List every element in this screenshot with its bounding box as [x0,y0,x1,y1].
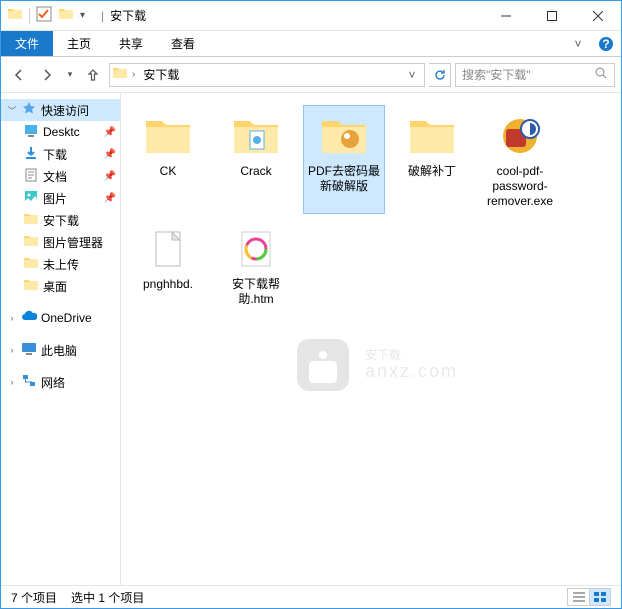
tree-label: 桌面 [43,278,67,295]
file-icon [318,110,370,162]
caret-right-icon[interactable]: › [7,313,17,323]
file-icon [406,110,458,162]
tree-label: 文档 [43,168,67,185]
file-label: PDF去密码最新破解版 [306,164,382,194]
sidebar-item[interactable]: 未上传 [1,253,120,275]
file-icon [494,110,546,162]
tree-label: Desktc [43,125,80,139]
tab-file[interactable]: 文件 [1,31,53,56]
network-icon [21,373,37,392]
qat-checkbox-icon[interactable] [36,6,52,25]
tree-icon [23,167,39,186]
file-label: 破解补丁 [408,164,456,179]
tree-icon [23,145,39,164]
folder-icon-small [58,6,74,25]
breadcrumb-current[interactable]: 安下载 [139,64,183,85]
tab-share[interactable]: 共享 [105,31,157,56]
pin-icon: 📌 [104,171,116,182]
caret-right-icon[interactable]: › [7,377,17,387]
file-icon [142,223,194,275]
sidebar-item[interactable]: 图片 📌 [1,187,120,209]
sidebar-item[interactable]: 桌面 [1,275,120,297]
chevron-right-icon[interactable]: › [132,69,135,80]
pin-icon: 📌 [104,127,116,138]
cloud-icon [21,309,37,328]
minimize-button[interactable] [483,1,529,31]
file-item[interactable]: Crack [215,105,297,214]
file-item[interactable]: pnghhbd. [127,218,209,312]
sidebar: ﹀ 快速访问 Desktc 📌 下载 📌 文档 📌 图片 📌 安下载图片管理器未上传桌面 › O… [1,93,121,587]
refresh-button[interactable] [429,63,451,87]
sidebar-item[interactable]: Desktc 📌 [1,121,120,143]
file-list[interactable]: 安下载anxz.com CK Crack PDF去密码最新破解版 破解补丁 co… [121,93,621,587]
tree-icon [23,123,39,142]
file-item[interactable]: 安下载帮助.htm [215,218,297,312]
tab-view[interactable]: 查看 [157,31,209,56]
file-icon [230,223,282,275]
maximize-button[interactable] [529,1,575,31]
tree-icon [23,255,39,274]
file-item[interactable]: cool-pdf-password-remover.exe [479,105,561,214]
pin-icon: 📌 [104,149,116,160]
nav-up-button[interactable] [81,63,105,87]
file-item[interactable]: 破解补丁 [391,105,473,214]
status-item-count: 7 个项目 [11,589,57,606]
sidebar-item[interactable]: 图片管理器 [1,231,120,253]
nav-recent-dropdown[interactable]: ▾ [63,63,77,87]
folder-icon [7,6,23,25]
sidebar-this-pc[interactable]: › 此电脑 [1,339,120,361]
search-icon [595,67,608,83]
view-details-button[interactable] [567,588,589,606]
monitor-icon [21,341,37,360]
tree-label: 未上传 [43,256,79,273]
watermark: 安下载anxz.com [291,333,458,397]
sidebar-onedrive[interactable]: › OneDrive [1,307,120,329]
file-label: Crack [240,164,271,179]
caret-right-icon[interactable]: › [7,345,17,355]
view-icons-button[interactable] [589,588,611,606]
nav-forward-button[interactable] [35,63,59,87]
svg-text:?: ? [602,37,609,51]
ribbon-expand-icon[interactable]: ˅ [565,31,591,56]
search-input[interactable]: 搜索"安下载" [455,63,615,87]
sidebar-item[interactable]: 文档 📌 [1,165,120,187]
file-item[interactable]: CK [127,105,209,214]
tree-icon [23,233,39,252]
sidebar-quick-access[interactable]: ﹀ 快速访问 [1,99,120,121]
sidebar-item[interactable]: 下载 📌 [1,143,120,165]
qat-divider [29,8,30,24]
window-title: 安下载 [110,7,146,24]
caret-down-icon[interactable]: ﹀ [7,104,17,117]
address-bar[interactable]: › 安下载 ˅ [109,63,425,87]
file-label: cool-pdf-password-remover.exe [482,164,558,209]
file-label: 安下载帮助.htm [218,277,294,307]
file-item[interactable]: PDF去密码最新破解版 [303,105,385,214]
tab-home[interactable]: 主页 [53,31,105,56]
address-dropdown-icon[interactable]: ˅ [402,68,422,82]
search-placeholder: 搜索"安下载" [462,66,595,83]
file-label: pnghhbd. [143,277,193,292]
file-icon [230,110,282,162]
nav-back-button[interactable] [7,63,31,87]
file-icon [142,110,194,162]
tree-icon [23,211,39,230]
pin-icon: 📌 [104,193,116,204]
tree-label: 安下载 [43,212,79,229]
file-label: CK [160,164,177,179]
sidebar-network[interactable]: › 网络 [1,371,120,393]
title-separator: | [101,9,104,23]
tree-icon [23,277,39,296]
tree-icon [23,189,39,208]
sidebar-item[interactable]: 安下载 [1,209,120,231]
status-selected-count: 选中 1 个项目 [71,589,144,606]
qat-dropdown-icon[interactable]: ▾ [80,10,85,21]
close-button[interactable] [575,1,621,31]
tree-label: 图片 [43,190,67,207]
star-icon [21,101,37,120]
help-button[interactable]: ? [591,31,621,56]
tree-label: 图片管理器 [43,234,103,251]
tree-label: 下载 [43,146,67,163]
address-folder-icon [112,65,128,84]
